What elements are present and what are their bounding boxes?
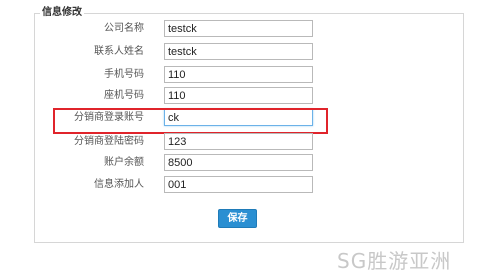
landline-label: 座机号码 xyxy=(104,90,144,101)
added-by-input[interactable] xyxy=(164,176,313,193)
distributor-password-label: 分销商登陆密码 xyxy=(74,136,144,147)
form-row-balance: 账户余额 xyxy=(0,154,477,172)
company-name-label: 公司名称 xyxy=(104,23,144,34)
form-row-distributor-login: 分销商登录账号 xyxy=(0,109,477,127)
panel-legend: 信息修改 xyxy=(40,7,84,19)
contact-name-label: 联系人姓名 xyxy=(94,46,144,57)
form-row-contact-name: 联系人姓名 xyxy=(0,43,477,61)
added-by-label: 信息添加人 xyxy=(94,179,144,190)
balance-label: 账户余额 xyxy=(104,157,144,168)
form-row-landline: 座机号码 xyxy=(0,87,477,105)
distributor-login-label: 分销商登录账号 xyxy=(74,112,144,123)
form-row-company-name: 公司名称 xyxy=(0,20,477,38)
mobile-input[interactable] xyxy=(164,66,313,83)
form-row-distributor-password: 分销商登陆密码 xyxy=(0,133,477,151)
company-name-input[interactable] xyxy=(164,20,313,37)
save-button[interactable]: 保存 xyxy=(218,209,257,228)
mobile-label: 手机号码 xyxy=(104,69,144,80)
distributor-login-input[interactable] xyxy=(164,109,313,126)
landline-input[interactable] xyxy=(164,87,313,104)
distributor-password-input[interactable] xyxy=(164,133,313,150)
contact-name-input[interactable] xyxy=(164,43,313,60)
form-row-mobile: 手机号码 xyxy=(0,66,477,84)
form-row-added-by: 信息添加人 xyxy=(0,176,477,194)
watermark: SG胜游亚洲 xyxy=(337,249,452,273)
balance-input[interactable] xyxy=(164,154,313,171)
